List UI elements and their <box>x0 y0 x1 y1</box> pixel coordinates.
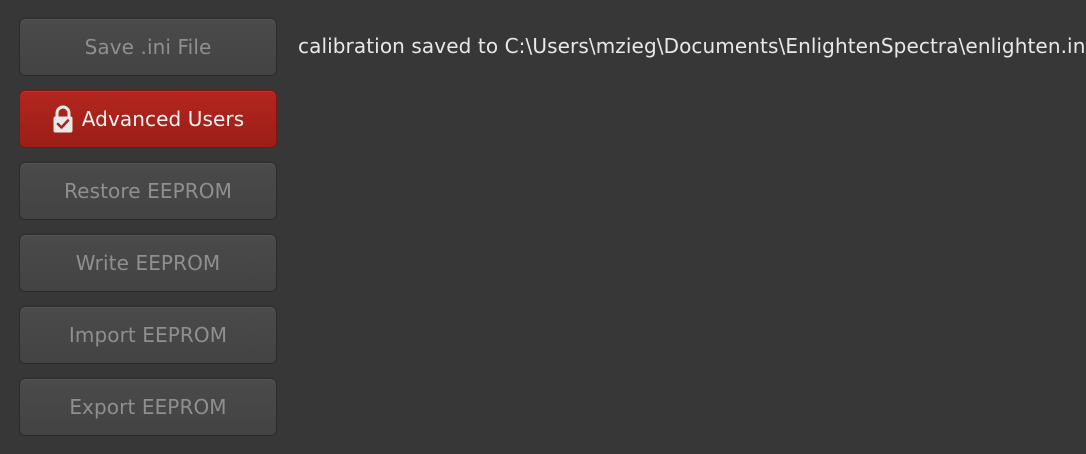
save-ini-file-button[interactable]: Save .ini File <box>19 18 277 76</box>
button-column: Save .ini File Advanced Users Restore EE… <box>19 18 277 436</box>
export-eeprom-button[interactable]: Export EEPROM <box>19 378 277 436</box>
eeprom-panel: Save .ini File Advanced Users Restore EE… <box>0 0 1086 454</box>
import-eeprom-button[interactable]: Import EEPROM <box>19 306 277 364</box>
write-eeprom-button[interactable]: Write EEPROM <box>19 234 277 292</box>
advanced-users-button[interactable]: Advanced Users <box>19 90 277 148</box>
lock-check-icon <box>52 104 74 134</box>
restore-eeprom-button[interactable]: Restore EEPROM <box>19 162 277 220</box>
status-message: calibration saved to C:\Users\mzieg\Docu… <box>298 34 1086 58</box>
advanced-users-label: Advanced Users <box>81 107 245 131</box>
